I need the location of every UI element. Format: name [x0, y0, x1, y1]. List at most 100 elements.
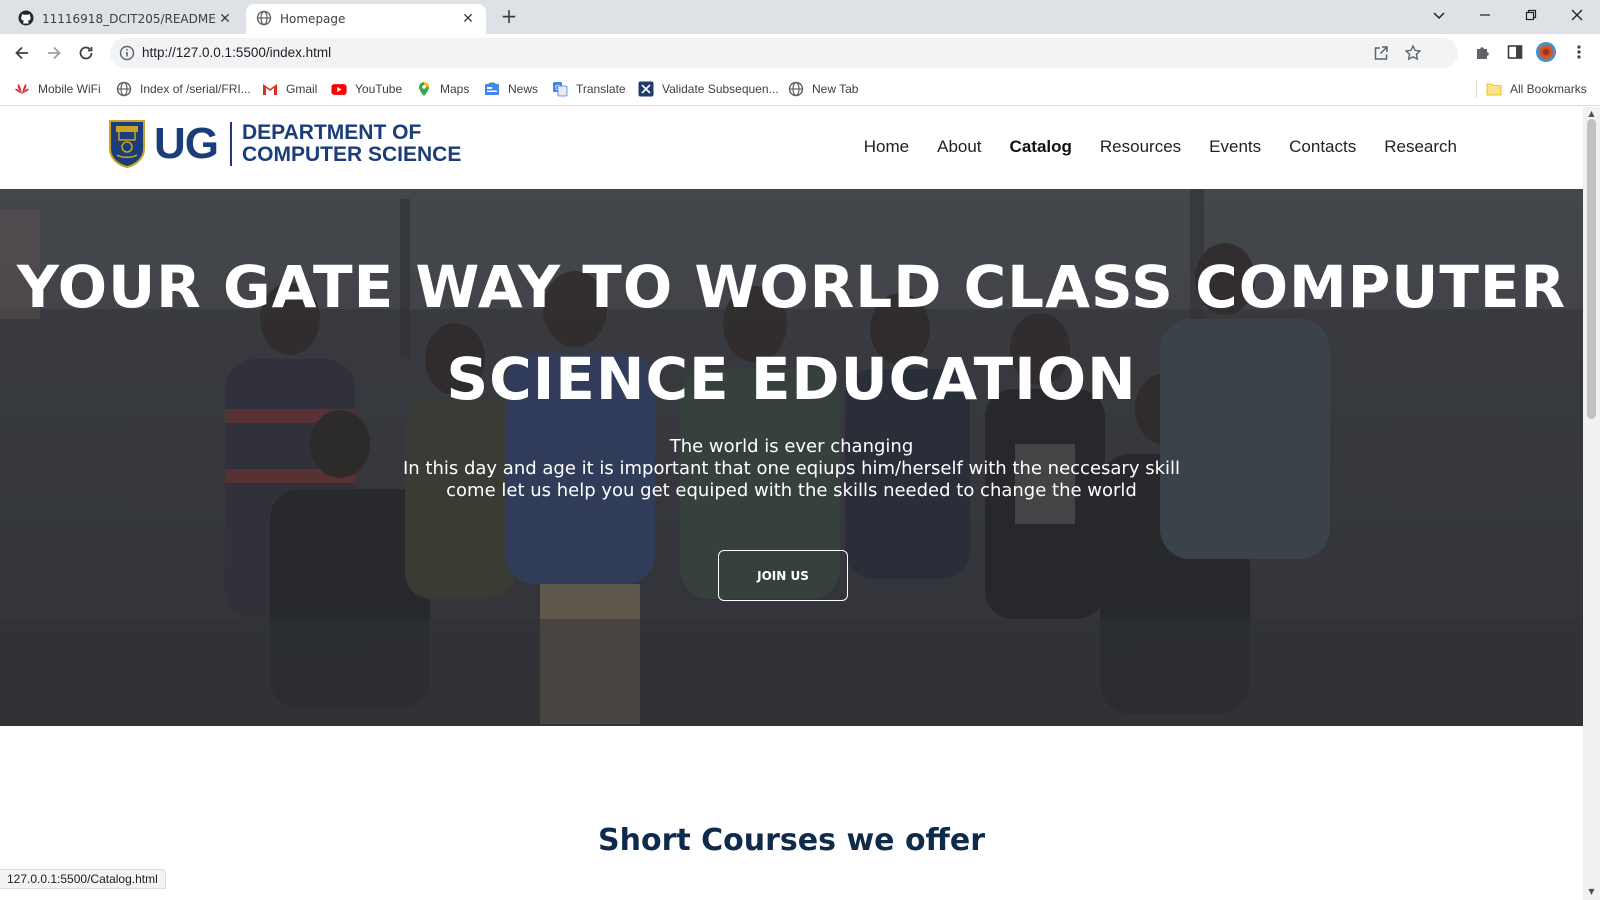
hero-title-line-2: SCIENCE EDUCATION	[446, 345, 1137, 413]
crest-icon	[109, 120, 145, 169]
bookmark-label: Validate Subsequen...	[662, 82, 779, 96]
info-icon[interactable]	[119, 45, 135, 65]
nav-research[interactable]: Research	[1384, 137, 1457, 157]
arrow-left-icon	[15, 46, 28, 60]
nav-events[interactable]: Events	[1209, 137, 1261, 157]
folder-icon	[1486, 81, 1502, 97]
forward-button[interactable]	[40, 39, 68, 67]
tab-homepage[interactable]: Homepage ✕	[246, 4, 486, 34]
nav-resources[interactable]: Resources	[1100, 137, 1181, 157]
youtube-icon	[331, 81, 347, 97]
gmail-icon	[262, 81, 278, 97]
bookmark-news[interactable]: News	[484, 81, 538, 97]
bookmark-label: Translate	[576, 82, 626, 96]
tab-title: 11116918_DCIT205/README.md	[42, 12, 217, 26]
site-header: UG DEPARTMENT OF COMPUTER SCIENCE Home A…	[0, 107, 1583, 189]
globe-icon	[116, 81, 132, 97]
browser-toolbar: http://127.0.0.1:5500/index.html	[0, 34, 1600, 72]
hero-subtitle-line-2: In this day and age it is important that…	[402, 458, 1181, 479]
bookmark-new-tab[interactable]: New Tab	[788, 81, 858, 97]
kebab-menu-icon	[1577, 45, 1581, 59]
news-icon	[484, 81, 500, 97]
bookmark-label: New Tab	[812, 82, 859, 96]
reload-icon	[79, 46, 93, 60]
bookmark-translate[interactable]: G Translate	[552, 81, 626, 97]
bookmark-label: Index of /serial/FRI...	[140, 82, 251, 96]
hero-subtitle: The world is ever changing In this day a…	[0, 436, 1583, 502]
close-icon	[1571, 9, 1583, 21]
bookmark-label: Maps	[440, 82, 470, 96]
back-button[interactable]	[8, 39, 36, 67]
restore-button[interactable]	[1508, 0, 1554, 30]
restore-icon	[1525, 9, 1537, 21]
main-nav: Home About Catalog Resources Events Cont…	[864, 137, 1457, 157]
bookmark-star-icon[interactable]	[1404, 44, 1422, 62]
tab-search-button[interactable]	[1416, 0, 1462, 30]
bookmark-youtube[interactable]: YouTube	[331, 81, 402, 97]
bookmark-label: YouTube	[355, 82, 403, 96]
page-viewport: UG DEPARTMENT OF COMPUTER SCIENCE Home A…	[0, 107, 1583, 900]
scroll-up-icon[interactable]: ▲	[1587, 110, 1596, 118]
bookmarks-divider	[1476, 80, 1477, 98]
minimize-button[interactable]	[1462, 0, 1508, 30]
globe-icon	[256, 10, 272, 29]
courses-section-title: Short Courses we offer	[598, 823, 985, 858]
link-status-bar: 127.0.0.1:5500/Catalog.html	[0, 869, 166, 889]
new-tab-button[interactable]: +	[498, 6, 520, 28]
bookmark-gmail[interactable]: Gmail	[262, 81, 317, 97]
profile-avatar[interactable]	[1535, 41, 1557, 63]
all-bookmarks-button[interactable]: All Bookmarks	[1486, 81, 1587, 97]
browser-menu-button[interactable]	[1568, 41, 1590, 63]
logo-ug: UG	[154, 119, 219, 168]
url-text[interactable]: http://127.0.0.1:5500/index.html	[142, 38, 331, 68]
address-bar[interactable]: http://127.0.0.1:5500/index.html	[110, 38, 1458, 68]
globe-icon	[788, 81, 804, 97]
site-logo[interactable]: UG DEPARTMENT OF COMPUTER SCIENCE	[108, 119, 461, 169]
bookmark-index-serial[interactable]: Index of /serial/FRI...	[116, 81, 251, 97]
side-panel-icon	[1507, 45, 1523, 59]
leetcode-icon	[638, 81, 654, 97]
nav-contacts[interactable]: Contacts	[1289, 137, 1356, 157]
close-icon[interactable]: ✕	[460, 11, 476, 27]
puzzle-icon	[1477, 47, 1489, 59]
department-line-2: COMPUTER SCIENCE	[242, 143, 462, 166]
chevron-down-icon	[1433, 12, 1445, 20]
hero-title: YOUR GATE WAY TO WORLD CLASS COMPUTER SC…	[0, 241, 1583, 425]
hero-subtitle-line-1: The world is ever changing	[669, 436, 914, 457]
close-icon[interactable]: ✕	[217, 11, 233, 27]
bookmark-label: Mobile WiFi	[38, 82, 101, 96]
tab-readme[interactable]: 11116918_DCIT205/README.md ✕	[8, 4, 243, 34]
hero-subtitle-line-3: come let us help you get equiped with th…	[446, 480, 1137, 501]
all-bookmarks-label: All Bookmarks	[1510, 82, 1587, 96]
page-scrollbar[interactable]: ▲ ▼	[1583, 107, 1600, 900]
arrow-right-icon	[48, 46, 61, 60]
reload-button[interactable]	[72, 39, 100, 67]
bookmark-label: News	[508, 82, 539, 96]
bookmark-label: Gmail	[286, 82, 318, 96]
share-icon[interactable]	[1372, 44, 1390, 62]
bookmark-mobile-wifi[interactable]: Mobile WiFi	[14, 81, 101, 97]
nav-catalog[interactable]: Catalog	[1010, 137, 1072, 157]
bookmarks-bar: Mobile WiFi Index of /serial/FRI... Gmai…	[0, 72, 1600, 106]
bookmark-validate-subsequence[interactable]: Validate Subsequen...	[638, 81, 779, 97]
svg-text:G: G	[555, 84, 560, 92]
department-line-1: DEPARTMENT OF	[242, 121, 422, 144]
side-panel-button[interactable]	[1504, 41, 1526, 63]
scroll-thumb[interactable]	[1587, 119, 1596, 419]
tab-strip: 11116918_DCIT205/README.md ✕ Homepage ✕ …	[0, 0, 1600, 34]
join-us-button[interactable]: JOIN US	[718, 550, 848, 601]
github-icon	[18, 10, 34, 29]
department-name: DEPARTMENT OF COMPUTER SCIENCE	[242, 122, 461, 166]
extensions-button[interactable]	[1472, 41, 1494, 63]
minimize-icon	[1480, 14, 1490, 16]
avatar	[1536, 42, 1556, 62]
logo-divider	[230, 122, 232, 166]
tab-title: Homepage	[280, 12, 346, 26]
close-window-button[interactable]	[1554, 0, 1600, 30]
nav-about[interactable]: About	[937, 137, 981, 157]
bookmark-maps[interactable]: Maps	[416, 81, 469, 97]
nav-home[interactable]: Home	[864, 137, 909, 157]
huawei-icon	[14, 81, 30, 97]
scroll-down-icon[interactable]: ▼	[1587, 888, 1596, 896]
maps-icon	[416, 81, 432, 97]
